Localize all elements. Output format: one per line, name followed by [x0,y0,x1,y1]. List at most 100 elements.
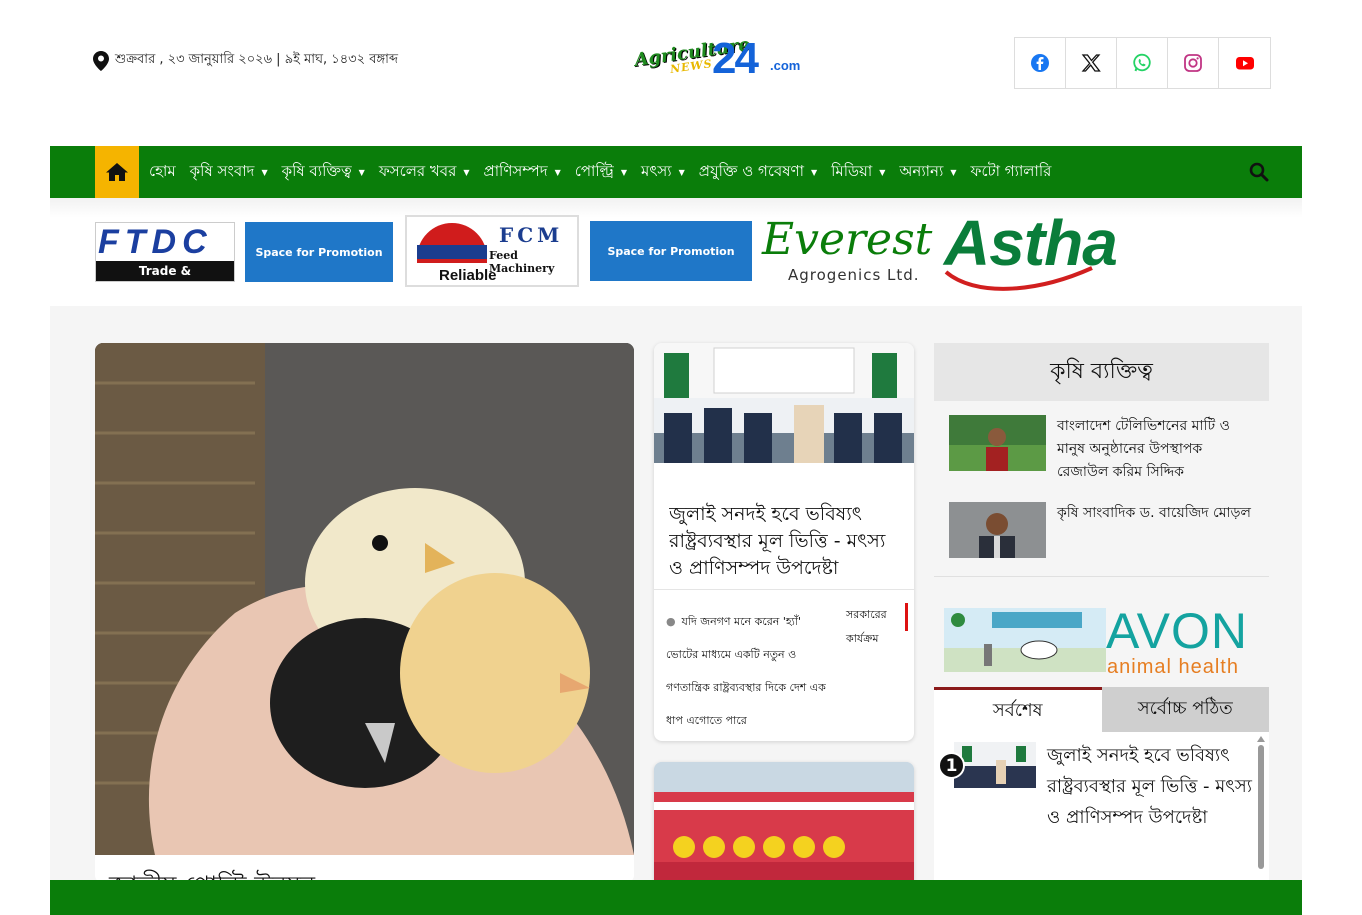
logo-tld: .com [770,58,801,73]
second-news-card[interactable] [654,762,914,892]
nav-item[interactable]: মৎস্য ▼ [635,160,693,185]
ftdc-tagline: Trade & Consultation [96,261,234,298]
nav-item[interactable]: ফসলের খবর ▼ [373,160,478,185]
nav-menu: হোম কৃষি সংবাদ ▼ কৃষি ব্যক্তিত্ব ▼ ফসলের খবর ▼… [143,160,1059,185]
logo-number: 24 [712,34,759,83]
latest-news-thumbnail[interactable] [954,742,1036,788]
chevron-down-icon: ▼ [950,167,957,177]
second-news-image [654,762,914,892]
divider [934,576,1269,577]
instagram-link[interactable] [1168,38,1219,88]
personality-name[interactable]: বাংলাদেশ টেলিভিশনের মাটি ও মানুষ অনুষ্ঠা… [1057,415,1257,484]
rank-badge: 1 [938,752,965,779]
ftdc-ad[interactable]: FTDC Trade & Consultation [95,222,235,298]
nav-item[interactable]: হোম [143,160,184,185]
featured-news-card[interactable]: জুলাই সনদই হবে ভবিষ্যৎ রাষ্ট্রব্যবস্থার … [654,343,914,741]
ftdc-logo: FTDC [98,223,213,261]
astha-ad[interactable]: Astha [944,206,1159,298]
x-link[interactable] [1066,38,1117,88]
fcm-logo-icon [417,223,487,263]
personality-item[interactable]: কৃষি সাংবাদিক ড. বায়েজিদ মোড়ল [949,502,1251,560]
promotion-ad-1[interactable]: Space for Promotion [245,222,393,282]
fcm-ad[interactable]: FCM Feed Machinery Reliable [405,215,579,287]
scroll-up-icon[interactable] [1257,736,1265,742]
featured-news-quote: ● যদি জনগণ মনে করেন 'হ্যাঁ' ভোটের মাধ্যম… [666,605,836,737]
location-pin-icon [93,50,109,71]
quote-text: যদি জনগণ মনে করেন 'হ্যাঁ' ভোটের মাধ্যমে … [666,615,826,727]
date-line: শুক্রবার , ২৩ জানুয়ারি ২০২৬ | ৯ই মাঘ, ১… [93,50,398,71]
home-icon [106,163,128,181]
astha-swoosh-icon [944,266,1093,291]
chevron-down-icon: ▼ [810,167,818,177]
everest-ad[interactable]: Everest Agrogenics Ltd. [762,214,934,286]
latest-news-panel: 1 জুলাই সনদই হবে ভবিষ্যৎ রাষ্ট্রব্যবস্থা… [934,732,1269,880]
latest-news-title[interactable]: জুলাই সনদই হবে ভবিষ্যৎ রাষ্ট্রব্যবস্থার … [1047,740,1257,833]
fcm-tag: Reliable [439,267,497,284]
chevron-down-icon: ▼ [678,167,685,177]
nav-item-label: অন্যান্য [899,161,944,180]
avon-sub: animal health [1107,656,1239,678]
divider [654,589,914,590]
nav-item-label: মিডিয়া [831,161,873,180]
search-icon[interactable] [1249,162,1269,182]
nav-item[interactable]: কৃষি ব্যক্তিত্ব ▼ [276,160,373,185]
nav-item-label: হোম [149,161,176,180]
avon-ad-image [944,608,1106,672]
personality-photo [949,415,1046,471]
fcm-sub: Feed Machinery [489,249,555,275]
whatsapp-icon [1133,53,1151,72]
site-logo[interactable]: Agriculture NEWS 24 .com [632,34,802,86]
main-nav: হোম কৃষি সংবাদ ▼ কৃষি ব্যক্তিত্ব ▼ ফসলের খবর ▼… [50,146,1302,198]
chevron-down-icon: ▼ [554,167,561,177]
avon-ad[interactable]: AVON animal health [944,603,1260,680]
personality-heading: কৃষি ব্যক্তিত্ব [934,343,1269,401]
nav-item-label: মৎস্য [640,161,672,180]
nav-item-label: প্রাণিসম্পদ [483,161,548,180]
nav-item-label: পোল্ট্রি [574,161,614,180]
instagram-icon [1184,54,1202,72]
tab-latest[interactable]: সর্বশেষ [934,687,1102,732]
chevron-down-icon: ▼ [463,167,470,177]
youtube-icon [1235,57,1254,70]
tab-most-read[interactable]: সর্বোচ্চ পঠিত [1101,687,1269,732]
scrollbar-thumb[interactable] [1258,745,1264,869]
lead-news-card[interactable]: জাতীয় পোল্ট্রি উন্নয়ন [95,343,634,883]
featured-news-image [654,343,914,491]
nav-item[interactable]: ফটো গ্যালারি [965,160,1060,185]
fcm-name: FCM [499,223,564,247]
tag-icon: ● [666,615,676,628]
nav-item[interactable]: কৃষি সংবাদ ▼ [184,160,276,185]
nav-item[interactable]: প্রযুক্তি ও গবেষণা ▼ [693,160,825,185]
featured-news-title[interactable]: জুলাই সনদই হবে ভবিষ্যৎ রাষ্ট্রব্যবস্থার … [669,501,904,577]
facebook-link[interactable] [1015,38,1066,88]
date-text: শুক্রবার , ২৩ জানুয়ারি ২০২৬ | ৯ই মাঘ, ১… [115,52,398,67]
scrollbar[interactable] [1256,734,1266,880]
chevron-down-icon: ▼ [261,167,268,177]
promotion-ad-2[interactable]: Space for Promotion [590,221,752,281]
nav-item[interactable]: প্রাণিসম্পদ ▼ [478,160,569,185]
lead-news-image [95,343,634,855]
nav-item[interactable]: মিডিয়া ▼ [825,160,893,185]
x-icon [1081,54,1101,72]
nav-item[interactable]: পোল্ট্রি ▼ [569,160,635,185]
nav-item-label: কৃষি ব্যক্তিত্ব [281,161,352,180]
nav-item-label: ফটো গ্যালারি [970,161,1052,180]
personality-photo [949,502,1046,558]
personality-name[interactable]: কৃষি সাংবাদিক ড. বায়েজিদ মোড়ল [1057,502,1257,525]
personality-item[interactable]: বাংলাদেশ টেলিভিশনের মাটি ও মানুষ অনুষ্ঠা… [949,415,1249,480]
news-tabs: সর্বশেষ সর্বোচ্চ পঠিত [934,687,1269,732]
chevron-down-icon: ▼ [358,167,365,177]
social-links [1014,37,1271,89]
nav-item-label: প্রযুক্তি ও গবেষণা [698,161,804,180]
youtube-link[interactable] [1219,38,1270,88]
home-button[interactable] [95,146,139,198]
everest-sub: Agrogenics Ltd. [788,266,920,284]
whatsapp-link[interactable] [1117,38,1168,88]
featured-news-category[interactable]: সরকারের কার্যক্রম [846,603,908,645]
facebook-icon [1031,54,1049,72]
chevron-down-icon: ▼ [620,167,627,177]
nav-item[interactable]: অন্যান্য ▼ [893,160,964,185]
avon-name: AVON [1106,603,1248,659]
nav-item-label: কৃষি সংবাদ [189,161,255,180]
chevron-down-icon: ▼ [879,167,886,177]
